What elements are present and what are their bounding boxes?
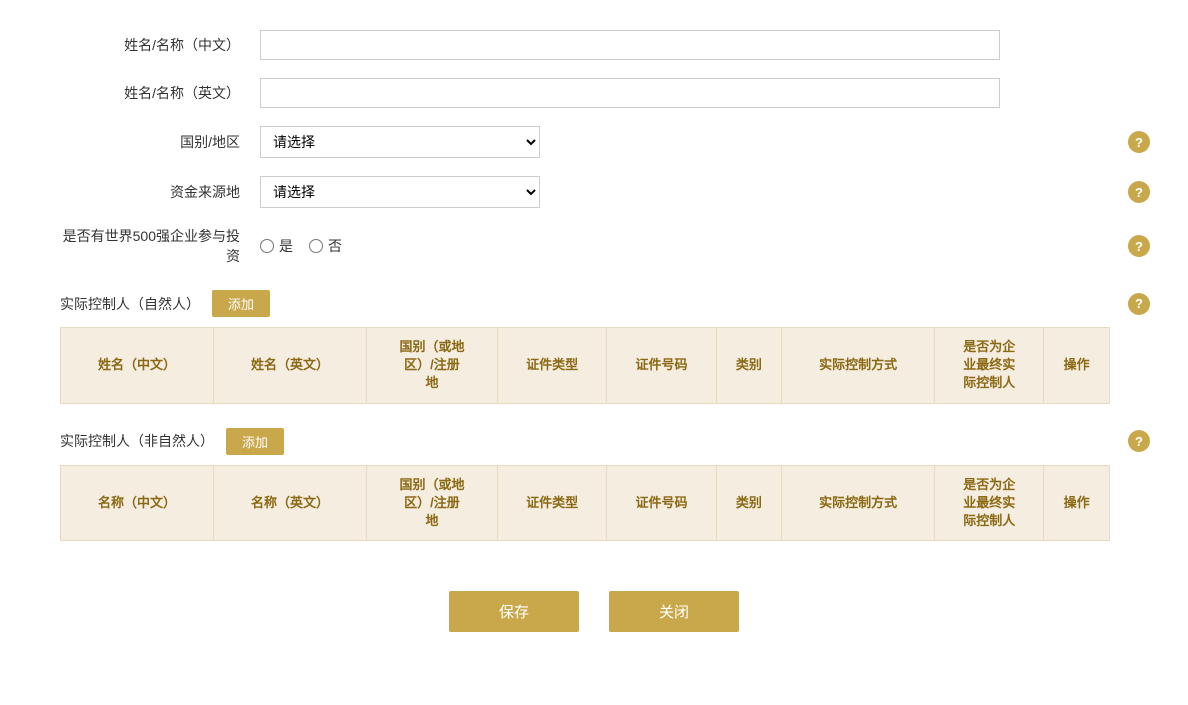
bottom-buttons: 保存 关闭 — [60, 591, 1128, 632]
world500-no-radio[interactable] — [309, 239, 323, 253]
section1-col-action: 操作 — [1044, 328, 1110, 404]
name-en-input[interactable] — [260, 78, 1000, 108]
country-row: 国别/地区 请选择 ? — [60, 126, 1110, 158]
name-en-row: 姓名/名称（英文） — [60, 78, 1110, 108]
world500-row: 是否有世界500强企业参与投资 是 否 ? — [60, 226, 1110, 266]
world500-yes-label: 是 — [279, 236, 293, 256]
section1-col-is-ultimate: 是否为企业最终实际控制人 — [935, 328, 1044, 404]
section1-col-category: 类别 — [716, 328, 782, 404]
section1-col-country: 国别（或地区）/注册地 — [366, 328, 497, 404]
world500-yes-radio[interactable] — [260, 239, 274, 253]
section2-add-button[interactable]: 添加 — [226, 428, 284, 455]
country-select[interactable]: 请选择 — [260, 126, 540, 158]
section1-col-cert-no: 证件号码 — [607, 328, 716, 404]
section1-header: 实际控制人（自然人） 添加 ? — [60, 290, 1110, 317]
section2-title: 实际控制人（非自然人） — [60, 431, 214, 451]
section1-col-control-method: 实际控制方式 — [782, 328, 935, 404]
section2-col-is-ultimate: 是否为企业最终实际控制人 — [935, 465, 1044, 541]
section2-col-name-cn: 名称（中文） — [61, 465, 214, 541]
section1-title: 实际控制人（自然人） — [60, 294, 200, 314]
section1-table-header-row: 姓名（中文） 姓名（英文） 国别（或地区）/注册地 证件类型 证件号码 类别 实… — [61, 328, 1110, 404]
section1-col-name-cn: 姓名（中文） — [61, 328, 214, 404]
section2-col-cert-type: 证件类型 — [498, 465, 607, 541]
world500-no-option[interactable]: 否 — [309, 236, 342, 256]
fund-source-select[interactable]: 请选择 — [260, 176, 540, 208]
fund-source-label: 资金来源地 — [60, 182, 260, 202]
world500-no-label: 否 — [328, 236, 342, 256]
name-en-label: 姓名/名称（英文） — [60, 83, 260, 103]
world500-yes-option[interactable]: 是 — [260, 236, 293, 256]
section2-col-country: 国别（或地区）/注册地 — [366, 465, 497, 541]
section2-table: 名称（中文） 名称（英文） 国别（或地区）/注册地 证件类型 证件号码 类别 实… — [60, 465, 1110, 542]
country-label: 国别/地区 — [60, 132, 260, 152]
main-form: 姓名/名称（中文） 姓名/名称（英文） 国别/地区 请选择 ? 资金来源地 请选… — [60, 30, 1110, 541]
world500-help-icon[interactable]: ? — [1128, 235, 1150, 257]
section2-col-cert-no: 证件号码 — [607, 465, 716, 541]
section1-col-name-en: 姓名（英文） — [213, 328, 366, 404]
name-cn-label: 姓名/名称（中文） — [60, 35, 260, 55]
fund-source-help-icon[interactable]: ? — [1128, 181, 1150, 203]
section2-col-action: 操作 — [1044, 465, 1110, 541]
world500-label: 是否有世界500强企业参与投资 — [60, 226, 260, 266]
section2-col-name-en: 名称（英文） — [213, 465, 366, 541]
section1-table: 姓名（中文） 姓名（英文） 国别（或地区）/注册地 证件类型 证件号码 类别 实… — [60, 327, 1110, 404]
save-button[interactable]: 保存 — [449, 591, 579, 632]
section2-table-header-row: 名称（中文） 名称（英文） 国别（或地区）/注册地 证件类型 证件号码 类别 实… — [61, 465, 1110, 541]
section2-col-control-method: 实际控制方式 — [782, 465, 935, 541]
section2-header: 实际控制人（非自然人） 添加 ? — [60, 428, 1110, 455]
fund-source-row: 资金来源地 请选择 ? — [60, 176, 1110, 208]
section2-col-category: 类别 — [716, 465, 782, 541]
country-help-icon[interactable]: ? — [1128, 131, 1150, 153]
close-button[interactable]: 关闭 — [609, 591, 739, 632]
name-cn-input[interactable] — [260, 30, 1000, 60]
section1-add-button[interactable]: 添加 — [212, 290, 270, 317]
world500-radio-group: 是 否 — [260, 236, 342, 256]
section1-help-icon[interactable]: ? — [1128, 293, 1150, 315]
name-cn-row: 姓名/名称（中文） — [60, 30, 1110, 60]
section1-col-cert-type: 证件类型 — [498, 328, 607, 404]
section2-help-icon[interactable]: ? — [1128, 430, 1150, 452]
